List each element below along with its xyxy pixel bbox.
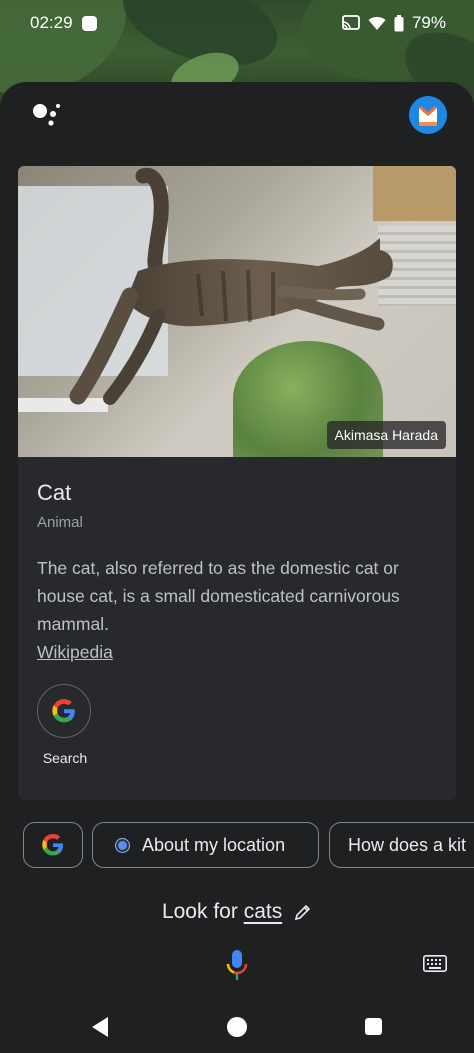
location-dot-icon xyxy=(115,837,130,853)
microphone-icon[interactable] xyxy=(225,950,249,980)
query-prefix: Look for xyxy=(161,900,238,923)
google-g-icon xyxy=(42,834,63,856)
query-term[interactable]: cats xyxy=(244,900,283,923)
navigation-bar xyxy=(0,1003,474,1053)
google-g-icon xyxy=(52,699,75,723)
suggestion-chip-label: How does a kit xyxy=(348,834,467,855)
voice-query[interactable]: Look for cats xyxy=(0,900,474,924)
notification-icon xyxy=(81,15,97,31)
card-subtitle: Animal xyxy=(37,514,83,531)
google-assistant-icon[interactable] xyxy=(32,101,62,131)
wikipedia-link[interactable]: Wikipedia xyxy=(37,642,113,663)
google-chip[interactable] xyxy=(23,822,83,868)
card-description: The cat, also referred to as the domesti… xyxy=(37,558,400,634)
battery-percent: 79% xyxy=(411,13,446,32)
suggestion-chip-kitten[interactable]: How does a kit xyxy=(329,822,474,868)
recents-button[interactable] xyxy=(365,1018,382,1035)
status-time: 02:29 xyxy=(30,13,73,32)
leaping-cat-image xyxy=(69,167,393,405)
suggestion-chip-label: About my location xyxy=(142,834,286,855)
keyboard-icon[interactable] xyxy=(423,955,447,972)
wifi-icon xyxy=(368,16,386,30)
pencil-icon[interactable] xyxy=(294,903,312,921)
image-credit: Akimasa Harada xyxy=(326,421,446,449)
knowledge-card[interactable]: Akimasa Harada Cat Animal The cat, also … xyxy=(18,166,456,800)
cast-icon xyxy=(342,15,360,30)
back-icon[interactable] xyxy=(90,1016,110,1038)
account-avatar-icon[interactable] xyxy=(409,96,447,134)
google-search-button[interactable] xyxy=(37,684,91,738)
status-bar: 02:29 79% xyxy=(0,0,474,46)
search-label: Search xyxy=(42,750,88,766)
cat-photo[interactable]: Akimasa Harada xyxy=(18,166,456,457)
battery-icon xyxy=(394,14,404,31)
home-button[interactable] xyxy=(227,1017,247,1037)
suggestion-chips: About my location How does a kit xyxy=(0,822,474,868)
suggestion-chip-location[interactable]: About my location xyxy=(92,822,319,868)
card-title: Cat xyxy=(37,480,72,505)
